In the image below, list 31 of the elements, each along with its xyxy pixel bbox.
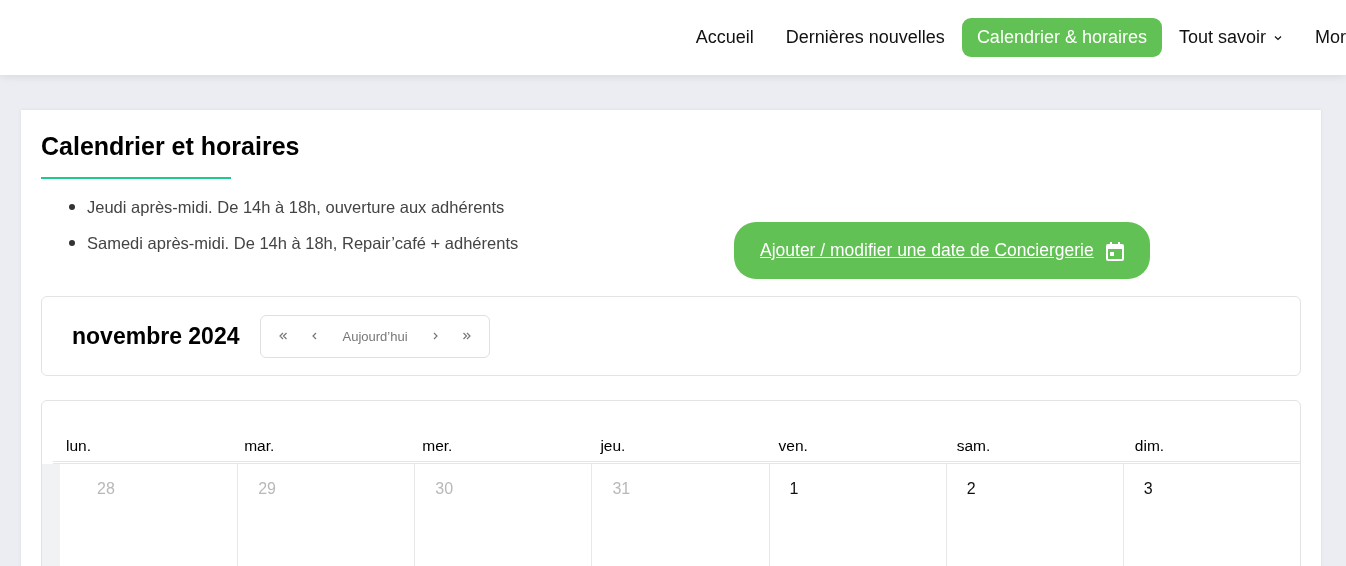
calendar-icon	[1105, 240, 1124, 261]
day-cell[interactable]: 2	[945, 464, 1123, 566]
day-number: 29	[258, 480, 276, 497]
day-cell[interactable]: 1	[768, 464, 946, 566]
schedule-text: Samedi après-midi. De 14h à 18h, Repair’café + adhérents	[87, 233, 519, 254]
weekday-header: jeu.	[599, 437, 627, 455]
weekday-header: ven.	[777, 437, 809, 455]
double-chevron-right-icon	[461, 331, 472, 341]
bullet-icon	[69, 204, 75, 210]
weekday-header: mer.	[421, 437, 454, 455]
day-cell[interactable]: 3	[1122, 464, 1300, 566]
weekday-header: dim.	[1133, 437, 1166, 455]
weekday-header: sam.	[955, 437, 992, 455]
nav-link[interactable]: Tout savoir	[1163, 18, 1298, 57]
today-button[interactable]: Aujourd’hui	[331, 322, 419, 350]
day-number: 2	[966, 480, 976, 497]
bullet-icon	[69, 240, 75, 246]
day-number: 31	[612, 480, 631, 497]
page-title: Calendrier et horaires	[41, 131, 300, 161]
schedule-text: Jeudi après-midi. De 14h à 18h, ouverture aux adhérents	[87, 197, 505, 218]
double-chevron-left-icon	[278, 331, 289, 341]
day-number: 3	[1143, 480, 1153, 497]
nav-link[interactable]: Accueil	[680, 18, 769, 57]
nav-link[interactable]: Dernières nouvelles	[770, 18, 960, 57]
nav-link[interactable]: Mor	[1300, 18, 1346, 57]
weekday-header: mar.	[243, 437, 276, 455]
weekday-header: lun.	[65, 437, 92, 455]
day-number: 30	[435, 480, 454, 497]
day-number: 1	[789, 480, 799, 497]
month-title: novembre 2024	[72, 322, 240, 350]
day-number: 28	[97, 480, 115, 497]
